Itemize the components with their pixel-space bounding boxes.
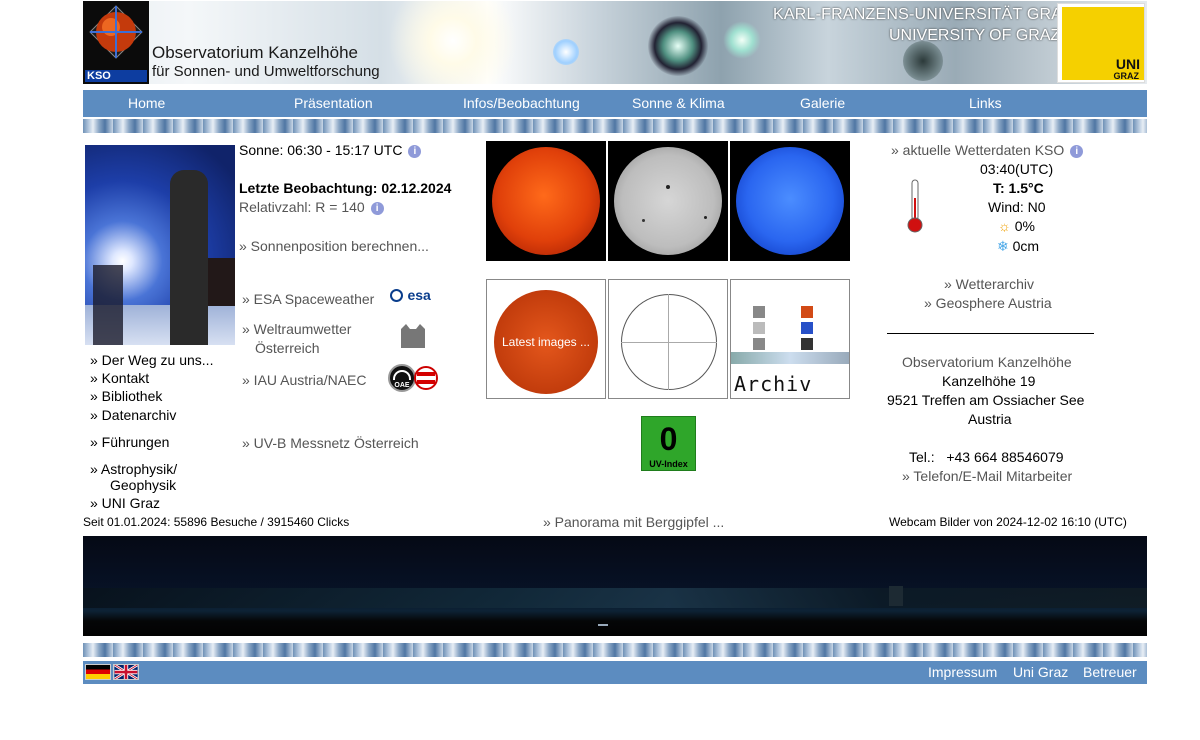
link-telefon-email-mitarbeiter[interactable]: » Telefon/E-Mail Mitarbeiter: [902, 468, 1072, 484]
link-der-weg-zu-uns[interactable]: » Der Weg zu uns...: [90, 352, 213, 368]
weather-sun-row: ☼ 0%: [998, 218, 1035, 234]
uk-flag-icon[interactable]: [113, 664, 139, 680]
site-subtitle: für Sonnen- und Umweltforschung: [152, 63, 380, 80]
university-name-de: KARL-FRANZENS-UNIVERSITÄT GRAZ: [773, 6, 1073, 23]
webcam-panorama-image[interactable]: [83, 536, 1147, 636]
weather-wind: Wind: N0: [988, 199, 1046, 215]
nav-galerie[interactable]: Galerie: [800, 95, 845, 111]
sun-times: Sonne: 06:30 - 15:17 UTC: [239, 142, 403, 158]
weather-snow-row: ❄ 0cm: [997, 238, 1039, 255]
weather-temperature: T: 1.5°C: [993, 180, 1044, 196]
footer-link-betreuer[interactable]: Betreuer: [1083, 664, 1137, 680]
link-kontakt[interactable]: » Kontakt: [90, 370, 149, 386]
sun-times-row: Sonne: 06:30 - 15:17 UTC i: [239, 142, 422, 158]
uni-logo-text: UNI: [1115, 56, 1140, 72]
latest-images-label: Latest images ...: [501, 335, 591, 349]
sun-image-calcium[interactable]: [730, 141, 850, 261]
uv-index-value: 0: [659, 421, 678, 457]
link-weltraumwetter[interactable]: » Weltraumwetter: [242, 321, 351, 337]
weather-link-row: » aktuelle Wetterdaten KSO i: [891, 142, 1084, 158]
sun-image-white-light[interactable]: [608, 141, 728, 261]
nav-home[interactable]: Home: [128, 95, 165, 111]
oae-logo-text: OAE: [394, 382, 410, 389]
relative-number: Relativzahl: R = 140: [239, 199, 365, 215]
link-weltraumwetter-oesterreich[interactable]: Österreich: [255, 340, 320, 356]
info-icon[interactable]: i: [408, 145, 422, 158]
nav-sonne-klima[interactable]: Sonne & Klima: [632, 95, 725, 111]
esa-logo-text: esa: [407, 287, 431, 303]
sun-image-halpha[interactable]: [486, 141, 606, 261]
link-geosphere-austria[interactable]: » Geosphere Austria: [924, 295, 1052, 311]
thermometer-icon: [907, 179, 923, 233]
visit-counter: Seit 01.01.2024: 55896 Besuche / 3915460…: [83, 515, 350, 529]
uni-graz-logo[interactable]: UNI GRAZ: [1057, 3, 1145, 83]
latest-images-thumbnail[interactable]: Latest images ...: [486, 279, 606, 399]
link-sonnenposition[interactable]: » Sonnenposition berechnen...: [239, 238, 429, 254]
address-country: Austria: [968, 411, 1012, 427]
org-name: Observatorium Kanzelhöhe: [902, 354, 1072, 370]
main-nav: Home Präsentation Infos/Beobachtung Sonn…: [83, 90, 1147, 117]
last-observation: Letzte Beobachtung: 02.12.2024: [239, 180, 452, 196]
link-uvb-messnetz[interactable]: » UV-B Messnetz Österreich: [242, 435, 419, 451]
kso-logo[interactable]: KSO: [83, 1, 149, 84]
archive-thumbnail[interactable]: Archiv ...: [730, 279, 850, 399]
link-uni-graz[interactable]: » UNI Graz: [90, 495, 160, 511]
weather-snow: 0cm: [1012, 238, 1040, 254]
link-astrophysik[interactable]: » Astrophysik/: [90, 461, 177, 477]
info-icon[interactable]: i: [1070, 145, 1084, 158]
link-wetterarchiv[interactable]: » Wetterarchiv: [944, 276, 1034, 292]
phone-number: Tel.: +43 664 88546079: [909, 449, 1064, 465]
esa-logo[interactable]: esa: [390, 287, 431, 307]
decorative-stripe: [83, 119, 1147, 133]
austria-shield-icon[interactable]: [400, 323, 426, 349]
link-esa-spaceweather[interactable]: » ESA Spaceweather: [242, 291, 374, 307]
link-datenarchiv[interactable]: » Datenarchiv: [90, 407, 176, 423]
kso-label: KSO: [85, 70, 147, 82]
uv-index-badge[interactable]: 0 UV-Index: [641, 416, 696, 471]
link-geophysik[interactable]: Geophysik: [110, 477, 176, 493]
footer-link-uni-graz[interactable]: Uni Graz: [1013, 664, 1068, 680]
german-flag-icon[interactable]: [85, 664, 111, 680]
synoptic-drawing-thumbnail[interactable]: [608, 279, 728, 399]
link-panorama[interactable]: » Panorama mit Berggipfel ...: [543, 514, 724, 530]
link-aktuelle-wetterdaten[interactable]: » aktuelle Wetterdaten KSO: [891, 142, 1064, 158]
nav-praesentation[interactable]: Präsentation: [294, 95, 373, 111]
oae-logo[interactable]: OAE: [388, 364, 416, 392]
divider: [887, 333, 1094, 334]
info-icon[interactable]: i: [370, 202, 384, 215]
webcam-caption: Webcam Bilder von 2024-12-02 16:10 (UTC): [889, 515, 1127, 529]
site-title: Observatorium Kanzelhöhe: [152, 43, 359, 62]
nav-infos-beobachtung[interactable]: Infos/Beobachtung: [463, 95, 580, 111]
sun-diamond-icon: [89, 5, 143, 59]
graz-logo-text: GRAZ: [1113, 71, 1140, 81]
address-city: 9521 Treffen am Ossiacher See: [887, 392, 1085, 408]
relative-number-row: Relativzahl: R = 140 i: [239, 199, 384, 215]
nav-links[interactable]: Links: [969, 95, 1002, 111]
link-bibliothek[interactable]: » Bibliothek: [90, 388, 162, 404]
archive-label: Archiv ...: [734, 372, 813, 398]
weather-time: 03:40(UTC): [980, 161, 1054, 177]
weather-sun-percent: 0%: [1014, 218, 1035, 234]
address-street: Kanzelhöhe 19: [942, 373, 1036, 389]
university-name-en: UNIVERSITY OF GRAZ: [889, 27, 1061, 44]
snowflake-icon: ❄: [997, 238, 1009, 254]
austria-flag-badge-icon[interactable]: [414, 366, 438, 390]
footer-bar: Impressum Uni Graz Betreuer: [83, 661, 1147, 684]
footer-link-impressum[interactable]: Impressum: [928, 664, 997, 680]
sun-icon: ☼: [998, 218, 1011, 234]
uv-index-label: UV-Index: [649, 459, 688, 469]
observatory-photo: [85, 145, 235, 345]
link-iau-austria[interactable]: » IAU Austria/NAEC: [242, 372, 367, 388]
header-banner: KSO Observatorium Kanzelhöhe für Sonnen-…: [83, 1, 1147, 84]
decorative-stripe: [83, 643, 1147, 657]
link-fuehrungen[interactable]: » Führungen: [90, 434, 169, 450]
